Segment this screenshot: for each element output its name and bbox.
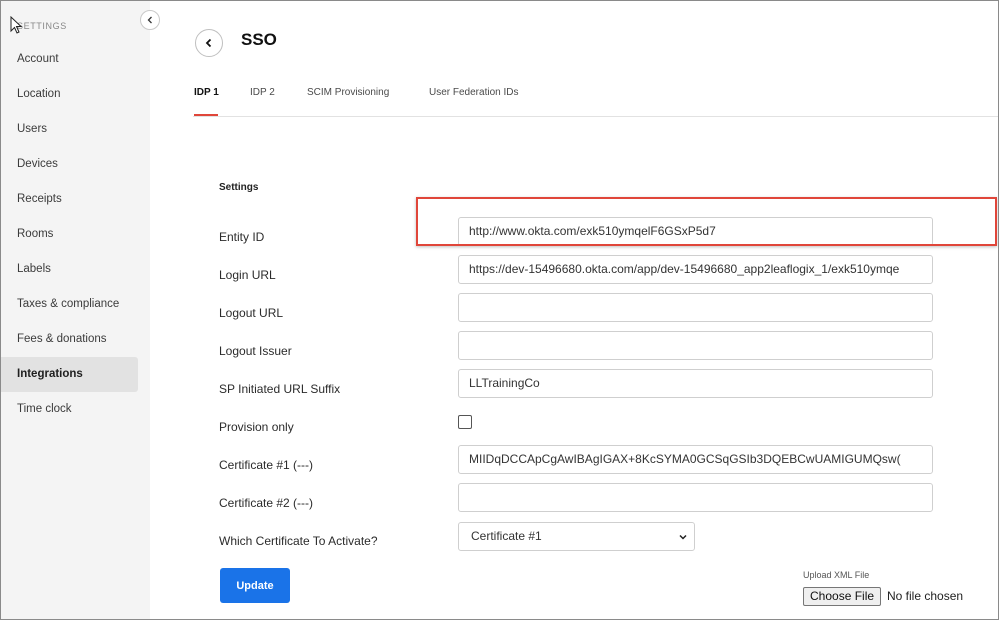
chevron-left-icon (147, 16, 152, 24)
update-button[interactable]: Update (220, 568, 290, 603)
certificate-1-label: Certificate #1 (---) (219, 458, 314, 472)
sidebar-item-devices[interactable]: Devices (1, 147, 138, 182)
chevron-down-icon (679, 534, 687, 540)
sidebar-item-integrations[interactable]: Integrations (1, 357, 138, 392)
which-certificate-selected: Certificate #1 (471, 529, 542, 543)
entity-id-highlight-annotation (416, 197, 997, 246)
file-status-text: No file chosen (887, 589, 964, 603)
logout-issuer-input[interactable] (458, 331, 933, 360)
entity-id-label: Entity ID (219, 230, 265, 244)
tabs-divider (193, 116, 999, 117)
sidebar-item-fees-donations[interactable]: Fees & donations (1, 322, 138, 357)
page-title: SSO (241, 30, 277, 49)
sidebar: SETTINGS Account Location Users Devices … (1, 1, 150, 619)
sidebar-item-taxes-compliance[interactable]: Taxes & compliance (1, 287, 138, 322)
login-url-input[interactable]: https://dev-15496680.okta.com/app/dev-15… (458, 255, 933, 284)
certificate-1-input[interactable]: MIIDqDCCApCgAwIBAgIGAX+8KcSYMA0GCSqGSIb3… (458, 445, 933, 474)
sidebar-item-receipts[interactable]: Receipts (1, 182, 138, 217)
login-url-label: Login URL (219, 268, 276, 282)
sidebar-collapse-button[interactable] (140, 10, 160, 30)
sidebar-item-labels[interactable]: Labels (1, 252, 138, 287)
back-button[interactable] (195, 29, 223, 57)
settings-section-label: Settings (219, 182, 259, 193)
logout-issuer-label: Logout Issuer (219, 344, 292, 358)
sidebar-item-time-clock[interactable]: Time clock (1, 392, 138, 427)
tab-idp-2[interactable]: IDP 2 (250, 87, 275, 98)
sp-suffix-input[interactable]: LLTrainingCo (458, 369, 933, 398)
tab-idp-1[interactable]: IDP 1 (194, 87, 219, 98)
certificate-2-input[interactable] (458, 483, 933, 512)
sidebar-nav: Account Location Users Devices Receipts … (1, 42, 150, 427)
which-certificate-label: Which Certificate To Activate? (219, 534, 378, 548)
mouse-pointer-icon (10, 16, 23, 34)
sidebar-item-location[interactable]: Location (1, 77, 138, 112)
sp-suffix-label: SP Initiated URL Suffix (219, 382, 341, 396)
certificate-2-label: Certificate #2 (---) (219, 496, 314, 510)
logout-url-label: Logout URL (219, 306, 284, 320)
sidebar-item-users[interactable]: Users (1, 112, 138, 147)
upload-xml-label: Upload XML File (803, 570, 870, 580)
which-certificate-select[interactable]: Certificate #1 (458, 522, 695, 551)
logout-url-input[interactable] (458, 293, 933, 322)
sidebar-item-account[interactable]: Account (1, 42, 138, 77)
tab-user-federation-ids[interactable]: User Federation IDs (429, 87, 518, 98)
sidebar-item-rooms[interactable]: Rooms (1, 217, 138, 252)
chevron-left-icon (205, 38, 212, 48)
choose-file-button[interactable]: Choose File (803, 587, 882, 606)
sidebar-heading: SETTINGS (17, 21, 67, 31)
tab-scim-provisioning[interactable]: SCIM Provisioning (307, 87, 389, 98)
provision-only-checkbox[interactable] (458, 415, 472, 429)
provision-only-label: Provision only (219, 420, 294, 434)
